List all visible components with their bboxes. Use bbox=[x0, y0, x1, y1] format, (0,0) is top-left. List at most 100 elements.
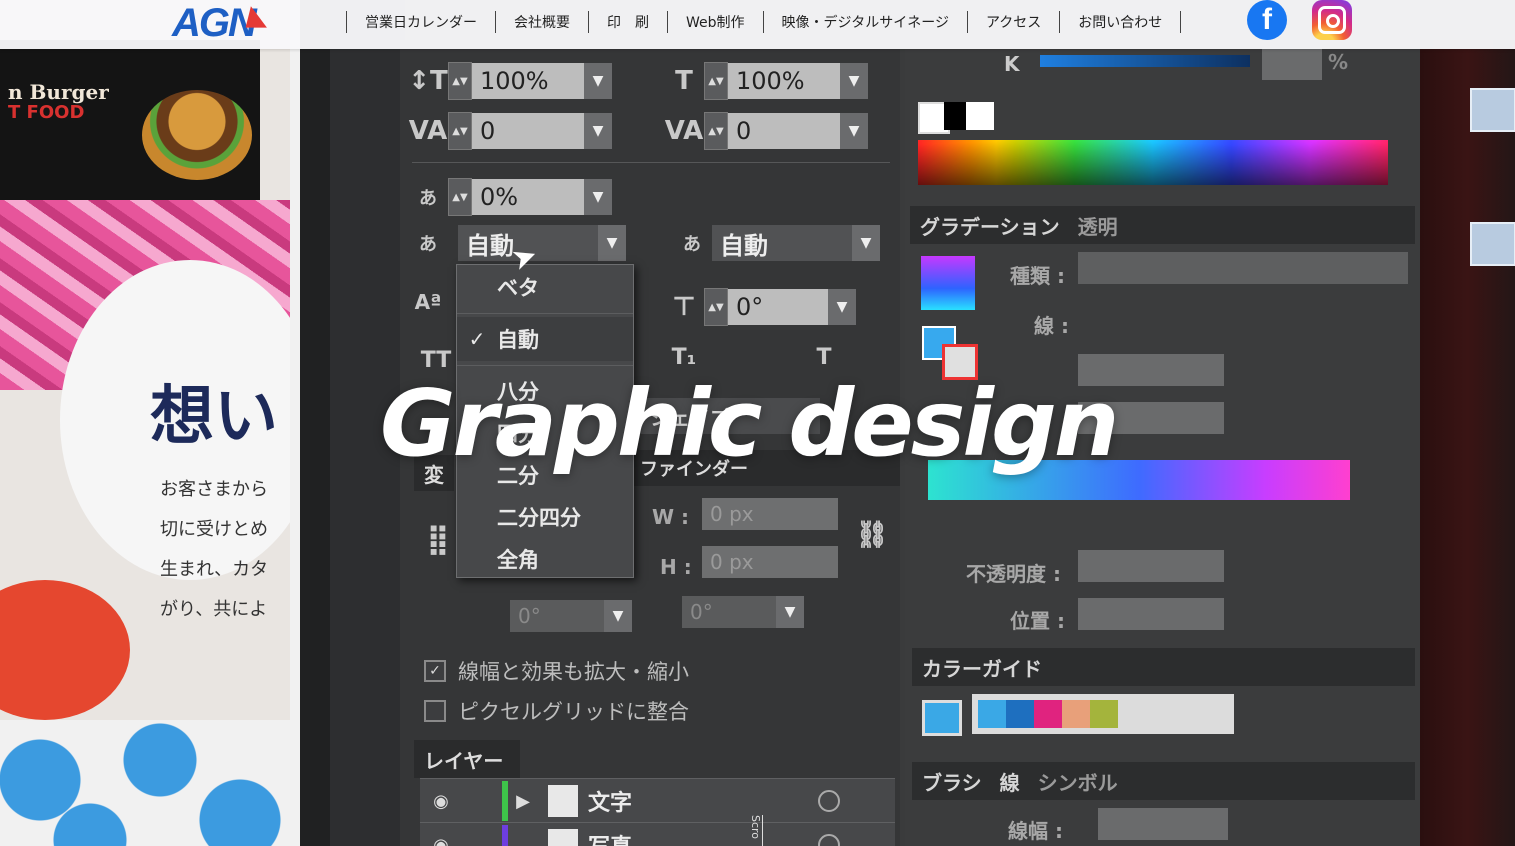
instagram-icon[interactable] bbox=[1312, 0, 1352, 40]
kerning-row: VA ▲▼ 0 ▼ bbox=[408, 112, 612, 150]
chevron-down-icon[interactable]: ▼ bbox=[776, 596, 804, 628]
folder-icon[interactable] bbox=[1470, 88, 1515, 132]
base-color-swatch[interactable] bbox=[922, 700, 962, 736]
chevron-down-icon[interactable]: ▼ bbox=[584, 63, 612, 99]
chevron-down-icon[interactable]: ▼ bbox=[584, 113, 612, 149]
subscript-icon[interactable]: T₁ bbox=[664, 345, 704, 370]
layer-name[interactable]: 写真 bbox=[588, 829, 808, 846]
color-swatch[interactable] bbox=[978, 700, 1006, 728]
line-tab[interactable]: 線 bbox=[1000, 767, 1020, 796]
tracking-icon: VA bbox=[664, 116, 704, 146]
chevron-down-icon[interactable]: ▼ bbox=[828, 289, 856, 325]
stepper[interactable]: ▲▼ bbox=[704, 288, 728, 326]
target-icon[interactable] bbox=[818, 790, 840, 812]
eye-icon[interactable]: ◉ bbox=[420, 791, 462, 812]
layer-name[interactable]: 文字 bbox=[588, 785, 808, 817]
burger-image bbox=[142, 90, 252, 180]
menu-item[interactable]: 二分四分 bbox=[457, 495, 633, 539]
gradient-tab[interactable]: グラデーション bbox=[920, 211, 1060, 240]
color-swatch[interactable] bbox=[1090, 700, 1118, 728]
stepper[interactable]: ▲▼ bbox=[448, 112, 472, 150]
color-swatch[interactable] bbox=[1006, 700, 1034, 728]
width-field[interactable]: 0 px bbox=[702, 498, 838, 530]
nav-calendar[interactable]: 営業日カレンダー bbox=[347, 12, 495, 32]
layer-row[interactable]: ◉ ▶ 文字 bbox=[420, 778, 895, 823]
hero-background: n Burger T FOOD 想い お客さまから 切に受けとめ 生まれ、カタ … bbox=[0, 0, 1515, 846]
position-label: 位置 : bbox=[1010, 609, 1065, 633]
menu-item-selected[interactable]: ✓ 自動 bbox=[457, 317, 633, 361]
transparency-tab[interactable]: 透明 bbox=[1078, 211, 1118, 240]
line-width-field[interactable] bbox=[1098, 808, 1228, 840]
white-swatch[interactable] bbox=[966, 102, 994, 130]
harmony-swatches[interactable] bbox=[972, 694, 1234, 734]
opacity-select[interactable] bbox=[1078, 550, 1224, 582]
type-select[interactable] bbox=[1078, 252, 1408, 284]
facebook-icon[interactable]: f bbox=[1247, 0, 1287, 40]
color-guide-tab[interactable]: カラーガイド bbox=[922, 653, 1042, 682]
brush-tab[interactable]: ブラシ bbox=[922, 767, 982, 796]
k-label: K bbox=[1004, 52, 1020, 76]
nav-access[interactable]: アクセス bbox=[968, 12, 1059, 32]
opacity-label: 不透明度 : bbox=[966, 562, 1061, 586]
mojikumi-icon: あ bbox=[419, 234, 437, 255]
gradient-preview[interactable] bbox=[921, 256, 975, 310]
site-logo[interactable]: AGN ◣ bbox=[172, 0, 267, 45]
chevron-down-icon[interactable]: ▼ bbox=[852, 225, 880, 261]
divider bbox=[412, 162, 890, 163]
chevron-down-icon[interactable]: ▼ bbox=[604, 600, 632, 632]
underline-icon[interactable]: T bbox=[804, 345, 844, 370]
checkbox[interactable] bbox=[424, 700, 446, 722]
nav-company[interactable]: 会社概要 bbox=[496, 12, 588, 32]
menu-divider bbox=[457, 365, 633, 366]
stepper[interactable]: ▲▼ bbox=[704, 62, 728, 100]
nav-video-signage[interactable]: 映像・デジタルサイネージ bbox=[764, 12, 967, 32]
menu-item[interactable]: 全角 bbox=[457, 537, 633, 581]
layer-thumbnail bbox=[548, 829, 578, 846]
stepper[interactable]: ▲▼ bbox=[448, 62, 472, 100]
chevron-down-icon[interactable]: ▼ bbox=[840, 63, 868, 99]
eye-icon[interactable]: ◉ bbox=[420, 835, 462, 846]
mojikumi-right-row: あ 自動 ▼ bbox=[672, 225, 880, 261]
k-percent: % bbox=[1328, 50, 1349, 74]
pixel-grid-checkbox[interactable]: ピクセルグリッドに整合 bbox=[424, 696, 689, 726]
angle-field[interactable]: 0° bbox=[510, 600, 604, 632]
w-label: W : bbox=[652, 505, 690, 529]
kerning-field[interactable]: 0 bbox=[472, 113, 584, 149]
layer-row[interactable]: ◉ 写真 bbox=[420, 822, 895, 846]
stepper[interactable]: ▲▼ bbox=[704, 112, 728, 150]
chevron-down-icon[interactable]: ▼ bbox=[584, 179, 612, 215]
chevron-down-icon[interactable]: ▼ bbox=[598, 225, 626, 261]
k-value-field[interactable] bbox=[1262, 48, 1322, 80]
height-field[interactable]: 0 px bbox=[702, 546, 838, 578]
color-swatch[interactable] bbox=[1034, 700, 1062, 728]
link-proportions-icon[interactable]: ⛓ bbox=[852, 520, 892, 550]
scale-strokes-checkbox[interactable]: ✓ 線幅と効果も拡大・縮小 bbox=[424, 656, 689, 686]
scroll-line bbox=[762, 815, 763, 846]
shear-field[interactable]: 0° bbox=[682, 596, 776, 628]
folder-icon[interactable] bbox=[1470, 222, 1515, 266]
horizontal-scale-field[interactable]: 100% bbox=[728, 63, 840, 99]
nav-web[interactable]: Web制作 bbox=[668, 12, 763, 32]
menu-item[interactable]: ベタ bbox=[457, 265, 633, 309]
vertical-scale-field[interactable]: 100% bbox=[472, 63, 584, 99]
mojikumi-select-right[interactable]: 自動 bbox=[712, 225, 852, 261]
position-select[interactable] bbox=[1078, 598, 1224, 630]
stepper[interactable]: ▲▼ bbox=[448, 178, 472, 216]
color-swatch[interactable] bbox=[1062, 700, 1090, 728]
chevron-down-icon[interactable]: ▼ bbox=[840, 113, 868, 149]
tsume-field[interactable]: 0% bbox=[472, 179, 584, 215]
checkbox[interactable]: ✓ bbox=[424, 660, 446, 682]
nav-contact[interactable]: お問い合わせ bbox=[1060, 12, 1180, 32]
reference-point-icon[interactable]: ⣿ bbox=[418, 522, 458, 557]
expand-arrow-icon[interactable]: ▶ bbox=[508, 791, 538, 812]
symbol-tab[interactable]: シンボル bbox=[1038, 767, 1118, 796]
nav-printing[interactable]: 印 刷 bbox=[589, 12, 667, 32]
color-spectrum[interactable] bbox=[918, 140, 1388, 185]
rotation-field[interactable]: 0° bbox=[728, 289, 828, 325]
scroll-indicator[interactable]: Scro bbox=[740, 815, 762, 846]
checkmark-icon: ✓ bbox=[468, 327, 486, 351]
tracking-field[interactable]: 0 bbox=[728, 113, 840, 149]
target-icon[interactable] bbox=[818, 834, 840, 846]
layers-tab[interactable]: レイヤー bbox=[414, 740, 520, 778]
k-slider[interactable] bbox=[1040, 55, 1250, 67]
